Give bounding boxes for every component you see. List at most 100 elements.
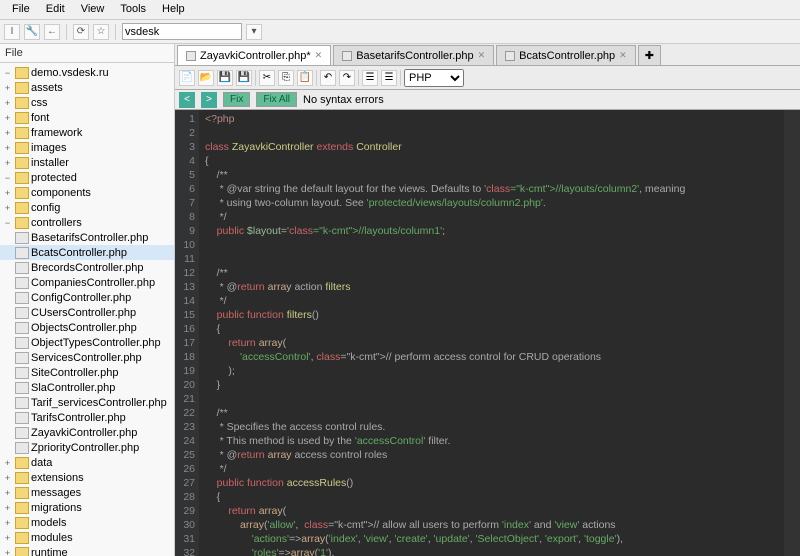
menu-file[interactable]: File — [4, 0, 38, 19]
tree-node[interactable]: ObjectsController.php — [0, 320, 174, 335]
tree-node[interactable]: TarifsController.php — [0, 410, 174, 425]
tree-node[interactable]: ZpriorityController.php — [0, 440, 174, 455]
tree-twisty-icon[interactable]: + — [2, 518, 13, 528]
save-all-icon[interactable]: 💾 — [236, 70, 252, 86]
syntax-status: No syntax errors — [303, 94, 384, 106]
undo-icon[interactable]: ↶ — [320, 70, 336, 86]
tree-node[interactable]: +extensions — [0, 470, 174, 485]
tree-node[interactable]: + models — [0, 515, 174, 530]
language-select[interactable]: PHP — [404, 69, 464, 87]
wrench-icon[interactable]: 🔧 — [24, 24, 40, 40]
bold-icon[interactable]: I — [4, 24, 20, 40]
code-lines[interactable]: <?php class ZayavkiController extends Co… — [199, 110, 784, 556]
tree-twisty-icon[interactable]: + — [2, 488, 13, 498]
save-icon[interactable]: 💾 — [217, 70, 233, 86]
tree-node[interactable]: +migrations — [0, 500, 174, 515]
redo-icon[interactable]: ↷ — [339, 70, 355, 86]
tree-node[interactable]: +messages — [0, 485, 174, 500]
tree-node[interactable]: SlaController.php — [0, 380, 174, 395]
close-icon[interactable]: ✕ — [619, 50, 627, 61]
tree-node[interactable]: − controllers — [0, 215, 174, 230]
tree-twisty-icon[interactable]: + — [2, 548, 13, 556]
tree-node[interactable]: BasetarifsController.php — [0, 230, 174, 245]
menu-help[interactable]: Help — [154, 0, 193, 19]
tree-label: framework — [31, 127, 82, 139]
paste-icon[interactable]: 📋 — [297, 70, 313, 86]
tree-node[interactable]: +runtime — [0, 545, 174, 556]
tree-twisty-icon[interactable]: + — [2, 503, 13, 513]
tree-twisty-icon[interactable]: + — [2, 533, 13, 543]
tree-node[interactable]: BcatsController.php — [0, 245, 174, 260]
tree-node[interactable]: ObjectTypesController.php — [0, 335, 174, 350]
fix-all-button[interactable]: Fix All — [256, 92, 297, 107]
tree-node[interactable]: +components — [0, 185, 174, 200]
tree-twisty-icon[interactable]: + — [2, 188, 13, 198]
tree-node[interactable]: +images — [0, 140, 174, 155]
tree-twisty-icon[interactable]: + — [2, 203, 13, 213]
tree-node[interactable]: Tarif_servicesController.php — [0, 395, 174, 410]
tree-twisty-icon[interactable]: − — [2, 68, 13, 78]
tree-node[interactable]: ZayavkiController.php — [0, 425, 174, 440]
dropdown-icon[interactable]: ▾ — [246, 24, 262, 40]
tree-node[interactable]: +data — [0, 455, 174, 470]
php-file-icon — [15, 262, 29, 274]
tree-node[interactable]: +css — [0, 95, 174, 110]
next-icon[interactable]: > — [201, 92, 217, 108]
back-icon[interactable]: ← — [44, 24, 60, 40]
close-icon[interactable]: ✕ — [478, 50, 486, 61]
php-file-icon — [15, 247, 29, 259]
prev-icon[interactable]: < — [179, 92, 195, 108]
search-input[interactable] — [122, 23, 242, 40]
menu-view[interactable]: View — [73, 0, 113, 19]
separator — [358, 70, 359, 86]
tree-label: controllers — [31, 217, 82, 229]
tree-twisty-icon[interactable]: + — [2, 158, 13, 168]
history-icon[interactable]: ⟳ — [73, 24, 89, 40]
tab-label: BasetarifsController.php — [356, 50, 473, 62]
tree-twisty-icon[interactable]: + — [2, 98, 13, 108]
editor-tab[interactable]: ZayavkiController.php*✕ — [177, 45, 331, 65]
tree-twisty-icon[interactable]: − — [2, 218, 13, 228]
tree-twisty-icon[interactable]: + — [2, 458, 13, 468]
tree-twisty-icon[interactable]: − — [2, 173, 13, 183]
tree-twisty-icon[interactable]: + — [2, 83, 13, 93]
close-icon[interactable]: ✕ — [315, 50, 323, 61]
open-icon[interactable]: 📂 — [198, 70, 214, 86]
tree-label: models — [31, 517, 66, 529]
fix-button[interactable]: Fix — [223, 92, 250, 107]
new-icon[interactable]: 📄 — [179, 70, 195, 86]
tree-node[interactable]: +modules — [0, 530, 174, 545]
tree-node[interactable]: +font — [0, 110, 174, 125]
tree-twisty-icon[interactable]: + — [2, 143, 13, 153]
new-tab-button[interactable]: ✚ — [638, 45, 661, 65]
vertical-scrollbar[interactable] — [784, 110, 800, 556]
tree-twisty-icon[interactable]: + — [2, 113, 13, 123]
tree-node[interactable]: −demo.vsdesk.ru — [0, 65, 174, 80]
tree-node[interactable]: +config — [0, 200, 174, 215]
menu-tools[interactable]: Tools — [112, 0, 154, 19]
cut-icon[interactable]: ✂ — [259, 70, 275, 86]
star-icon[interactable]: ☆ — [93, 24, 109, 40]
tree-node[interactable]: BrecordsController.php — [0, 260, 174, 275]
copy-icon[interactable]: ⎘ — [278, 70, 294, 86]
tree-node[interactable]: ConfigController.php — [0, 290, 174, 305]
tree-twisty-icon[interactable]: + — [2, 473, 13, 483]
tree-node[interactable]: +installer — [0, 155, 174, 170]
outdent-icon[interactable]: ☰ — [381, 70, 397, 86]
tree-node[interactable]: CompaniesController.php — [0, 275, 174, 290]
tree-node[interactable]: SiteController.php — [0, 365, 174, 380]
status-bar: < > Fix Fix All No syntax errors — [175, 90, 800, 110]
editor-tab[interactable]: BcatsController.php✕ — [496, 45, 636, 65]
tree-node[interactable]: ServicesController.php — [0, 350, 174, 365]
tree-node[interactable]: CUsersController.php — [0, 305, 174, 320]
menu-edit[interactable]: Edit — [38, 0, 73, 19]
editor-tab[interactable]: BasetarifsController.php ✕ — [333, 45, 494, 65]
tree-node[interactable]: −protected — [0, 170, 174, 185]
file-tree[interactable]: −demo.vsdesk.ru+assets+css+font+framewor… — [0, 63, 174, 556]
folder-icon — [15, 502, 29, 514]
tree-node[interactable]: + framework — [0, 125, 174, 140]
indent-icon[interactable]: ☰ — [362, 70, 378, 86]
tree-twisty-icon[interactable]: + — [2, 128, 13, 138]
tree-node[interactable]: +assets — [0, 80, 174, 95]
code-area[interactable]: 1234567891011121314151617181920212223242… — [175, 110, 800, 556]
